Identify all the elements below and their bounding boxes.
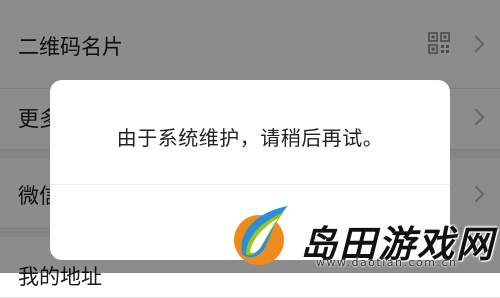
- dialog-message: 由于系统维护，请稍后再试。: [116, 126, 384, 150]
- dialog-divider: [50, 184, 450, 185]
- watermark-logo-icon: [234, 206, 288, 265]
- watermark-url: www.daotian.com.cn: [316, 256, 458, 269]
